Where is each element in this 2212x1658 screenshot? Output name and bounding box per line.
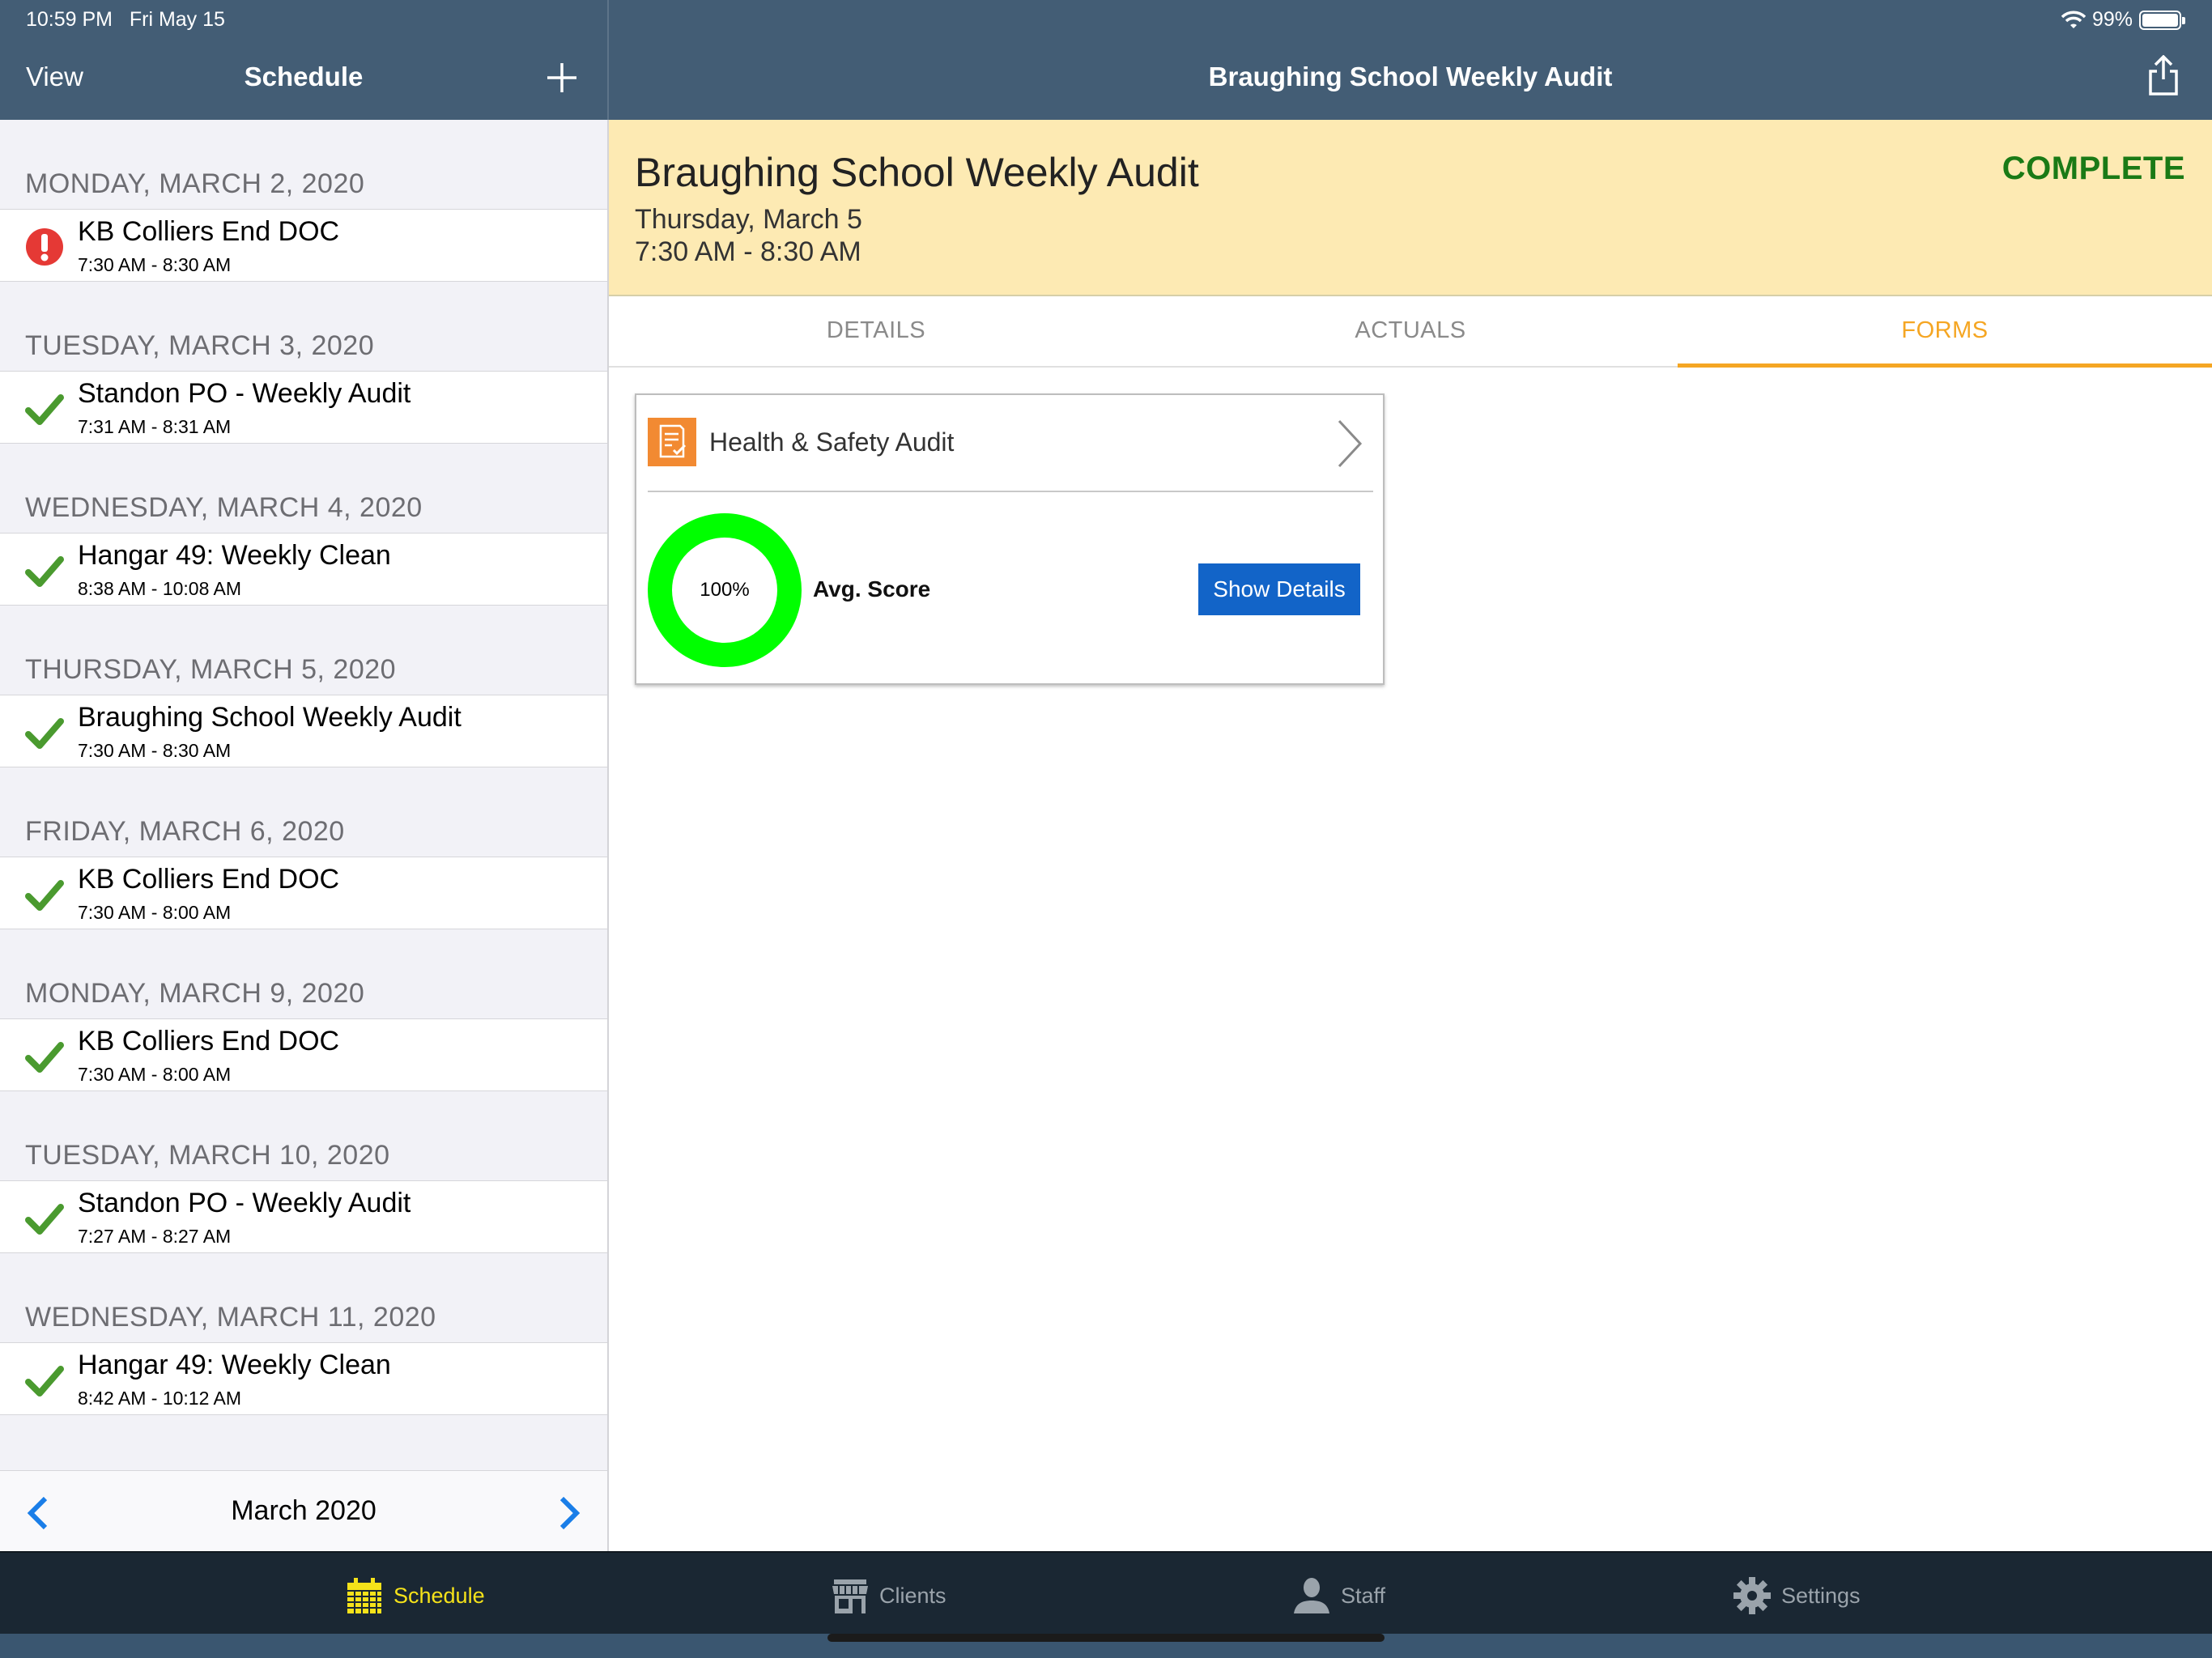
detail-panel: Braughing School Weekly Audit Thursday, … [609,120,2212,1551]
tabbar-label: Schedule [393,1583,485,1608]
schedule-entry[interactable]: KB Colliers End DOC 7:30 AM - 8:00 AM [0,857,607,929]
form-header[interactable]: Health & Safety Audit [648,395,1373,492]
checkmark-icon [25,389,64,428]
day-header: FRIDAY, MARCH 6, 2020 [25,816,345,847]
tabbar-schedule[interactable]: Schedule [345,1575,485,1616]
tab-details[interactable]: DETAILS [609,296,1143,366]
tabbar-clients[interactable]: Clients [831,1575,946,1616]
score-value: 100% [700,579,750,601]
entry-time: 7:27 AM - 8:27 AM [78,1226,232,1247]
schedule-list: MONDAY, MARCH 2, 2020 KB Colliers End DOC… [0,120,607,1470]
day-header: MONDAY, MARCH 2, 2020 [25,168,365,199]
job-date: Thursday, March 5 [635,204,862,235]
home-indicator[interactable] [827,1634,1385,1642]
schedule-entry[interactable]: Hangar 49: Weekly Clean 8:38 AM - 10:08 A… [0,533,607,606]
day-header: MONDAY, MARCH 9, 2020 [25,978,365,1009]
tab-forms[interactable]: FORMS [1678,296,2212,368]
show-details-button[interactable]: Show Details [1198,563,1360,615]
add-icon[interactable] [544,60,580,96]
entry-title: Hangar 49: Weekly Clean [78,1350,391,1380]
chevron-right-icon[interactable] [552,1495,585,1531]
person-icon [1294,1578,1329,1613]
entry-title: KB Colliers End DOC [78,216,340,247]
avg-score-label: Avg. Score [813,576,931,602]
entry-title: KB Colliers End DOC [78,1026,340,1056]
calendar-icon [347,1578,381,1613]
entry-time: 7:30 AM - 8:30 AM [78,254,232,275]
status-bar: 10:59 PM Fri May 15 99% [0,0,2212,39]
tabbar-label: Staff [1341,1583,1386,1608]
checkmark-icon [25,551,64,590]
status-date: Fri May 15 [129,8,225,31]
day-header: TUESDAY, MARCH 3, 2020 [25,330,375,361]
battery-percent: 99% [2091,8,2133,31]
checkmark-icon [25,713,64,752]
entry-time: 8:38 AM - 10:08 AM [78,578,242,599]
checkmark-icon [25,1361,64,1400]
day-header: THURSDAY, MARCH 5, 2020 [25,654,397,685]
tab-actuals[interactable]: ACTUALS [1143,296,1678,366]
store-icon [832,1579,868,1613]
checkmark-icon [25,1199,64,1238]
month-navigator: March 2020 [0,1470,607,1551]
checkmark-icon [25,1037,64,1076]
tab-bar: Schedule Clients Staff Settings [0,1551,2212,1634]
schedule-entry[interactable]: Standon PO - Weekly Audit 7:31 AM - 8:31 … [0,371,607,444]
entry-time: 7:30 AM - 8:00 AM [78,1064,232,1085]
detail-tabs: DETAILS ACTUALS FORMS [609,296,2212,368]
schedule-entry[interactable]: Braughing School Weekly Audit 7:30 AM - 8… [0,695,607,767]
job-title: Braughing School Weekly Audit [635,150,1199,195]
wifi-icon [2061,11,2086,28]
current-month: March 2020 [231,1495,376,1526]
alert-icon [25,227,64,266]
entry-title: Braughing School Weekly Audit [78,702,462,733]
day-header: TUESDAY, MARCH 10, 2020 [25,1140,390,1171]
tabbar-label: Clients [879,1583,946,1608]
form-icon [648,418,696,466]
status-badge: COMPLETE [2001,151,2185,186]
share-icon[interactable] [2146,55,2181,96]
schedule-entry[interactable]: Hangar 49: Weekly Clean 8:42 AM - 10:12 A… [0,1342,607,1415]
tabbar-label: Settings [1781,1583,1861,1608]
status-indicators: 99% [2061,8,2185,32]
status-time: 10:59 PM Fri May 15 [26,8,225,31]
entry-title: Hangar 49: Weekly Clean [78,540,391,571]
tabbar-staff[interactable]: Staff [1292,1575,1385,1616]
schedule-entry[interactable]: KB Colliers End DOC 7:30 AM - 8:30 AM [0,209,607,282]
form-title: Health & Safety Audit [709,427,955,457]
day-header: WEDNESDAY, MARCH 11, 2020 [25,1302,436,1333]
job-time: 7:30 AM - 8:30 AM [635,236,861,267]
schedule-entry[interactable]: Standon PO - Weekly Audit 7:27 AM - 8:27 … [0,1180,607,1253]
day-header: WEDNESDAY, MARCH 4, 2020 [25,492,423,523]
battery-icon [2139,10,2185,30]
entry-title: Standon PO - Weekly Audit [78,1188,411,1218]
checkmark-icon [25,875,64,914]
entry-time: 7:31 AM - 8:31 AM [78,416,232,437]
entry-time: 7:30 AM - 8:30 AM [78,740,232,761]
sidebar-title: Schedule [244,62,364,91]
detail-title: Braughing School Weekly Audit [1208,62,1613,91]
schedule-entry[interactable]: KB Colliers End DOC 7:30 AM - 8:00 AM [0,1018,607,1091]
job-banner: Braughing School Weekly Audit Thursday, … [609,120,2212,296]
chevron-right-icon[interactable] [1333,418,1365,470]
tabbar-settings[interactable]: Settings [1733,1575,1861,1616]
entry-time: 8:42 AM - 10:12 AM [78,1388,242,1409]
form-card: Health & Safety Audit 100% Avg. Score Sh… [635,393,1385,685]
entry-title: Standon PO - Weekly Audit [78,378,411,409]
gear-icon [1733,1577,1771,1614]
entry-title: KB Colliers End DOC [78,864,340,895]
entry-time: 7:30 AM - 8:00 AM [78,902,232,923]
